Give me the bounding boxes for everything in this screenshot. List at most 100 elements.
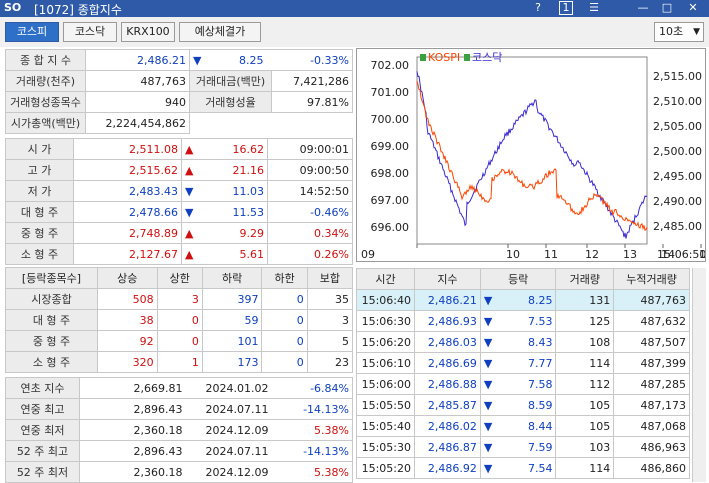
- kosdaq-legend-icon: [464, 54, 470, 61]
- breadth-cell: 5: [306, 330, 354, 352]
- record-value: 2,360.18: [79, 461, 186, 483]
- tab-expected-price[interactable]: 예상체결가: [179, 22, 261, 42]
- help-button[interactable]: ?: [531, 1, 545, 15]
- down-arrow-icon: ▼: [483, 419, 493, 433]
- record-pct: -14.13%: [271, 440, 353, 462]
- screen-number-button[interactable]: 1: [559, 1, 573, 15]
- right-axis-tick: 2,500.00: [653, 145, 702, 158]
- up-arrow-icon: ▲: [185, 142, 194, 156]
- close-button[interactable]: ✕: [686, 1, 700, 15]
- price-row-change-cell: ▼ 11.03: [181, 180, 268, 202]
- menu-icon[interactable]: ☰: [587, 1, 601, 15]
- tick-change: 8.44: [527, 419, 553, 433]
- summary-table: 종 합 지 수 2,486.21 ▼ 8.25 -0.33% 거래량(천주) 4…: [5, 49, 353, 134]
- tick-change-cell: ▼ 8.43: [479, 331, 557, 353]
- maximize-button[interactable]: □: [660, 1, 674, 15]
- breadth-cell: 0: [156, 309, 203, 331]
- tick-volume: 105: [555, 394, 615, 416]
- traded-stock-count-value: 940: [85, 91, 190, 113]
- down-arrow-icon: ▼: [483, 356, 493, 370]
- left-axis-tick: 698.00: [371, 167, 410, 180]
- breadth-cell: 0: [261, 309, 308, 331]
- breadth-header: 보합: [306, 267, 354, 289]
- price-row-extra: 09:00:50: [267, 159, 353, 181]
- tick-row[interactable]: 15:05:40 2,486.02 ▼ 8.44 105 487,068: [356, 415, 690, 437]
- traded-stock-count-label: 거래형성종목수: [5, 91, 86, 113]
- tick-index: 2,486.02: [413, 415, 481, 437]
- tick-index: 2,486.03: [413, 331, 481, 353]
- record-pct: 5.38%: [271, 461, 353, 483]
- price-row-extra: 14:52:50: [267, 180, 353, 202]
- tick-index: 2,486.93: [413, 310, 481, 332]
- tick-row[interactable]: 15:06:40 2,486.21 ▼ 8.25 131 487,763: [356, 289, 690, 311]
- record-label: 연중 최저: [5, 419, 80, 441]
- tick-row[interactable]: 15:06:30 2,486.93 ▼ 7.53 125 487,632: [356, 310, 690, 332]
- tick-row[interactable]: 15:05:50 2,485.87 ▼ 8.59 105 487,173: [356, 394, 690, 416]
- window-title: [1072] 종합지수: [34, 3, 122, 17]
- title-bar: SO [1072] 종합지수 ? 1 ☰ — □ ✕: [0, 0, 709, 17]
- tab-kosdaq[interactable]: 코스닥: [63, 22, 117, 42]
- tab-kospi[interactable]: 코스피: [5, 22, 59, 42]
- tick-volume: 131: [555, 289, 615, 311]
- price-row-label: 시 가: [5, 138, 74, 160]
- up-arrow-icon: ▲: [185, 226, 194, 240]
- tick-change-cell: ▼ 7.54: [479, 457, 557, 479]
- chevron-down-icon: ▼: [693, 27, 700, 37]
- breadth-row: 중 형 주 92 0 101 0 5: [5, 330, 354, 352]
- tick-volume: 114: [555, 457, 615, 479]
- tick-index: 2,486.92: [413, 457, 481, 479]
- left-axis-tick: 700.00: [371, 113, 410, 126]
- interval-select[interactable]: 10초 ▼: [654, 22, 704, 42]
- price-row-value: 2,483.43: [73, 180, 182, 202]
- tick-change: 7.59: [527, 440, 553, 454]
- price-row-change-cell: ▲ 21.16: [181, 159, 268, 181]
- x-axis-tick: 13: [623, 248, 637, 261]
- toolbar: 코스피 코스닥 KRX100 예상체결가 10초 ▼: [0, 17, 709, 47]
- price-row-change: 11.53: [232, 205, 265, 219]
- right-axis-tick: 2,485.00: [653, 220, 702, 233]
- minimize-button[interactable]: —: [636, 1, 650, 15]
- record-date: 2024.07.11: [185, 440, 272, 462]
- tick-volume: 125: [555, 310, 615, 332]
- breadth-cell: 173: [201, 351, 263, 373]
- left-axis-tick: 696.00: [371, 221, 410, 234]
- tick-row[interactable]: 15:05:20 2,486.92 ▼ 7.54 114 486,860: [356, 457, 690, 479]
- tick-index: 2,486.69: [413, 352, 481, 374]
- left-axis-tick: 702.00: [371, 59, 410, 72]
- x-axis-tick: 09: [361, 248, 375, 261]
- tick-row[interactable]: 15:06:00 2,486.88 ▼ 7.58 112 487,285: [356, 373, 690, 395]
- price-row-extra: 0.26%: [267, 243, 353, 265]
- price-row-label: 대 형 주: [5, 201, 74, 223]
- record-pct: -14.13%: [271, 398, 353, 420]
- tick-change-cell: ▼ 8.25: [479, 289, 557, 311]
- breadth-cell: 23: [306, 351, 354, 373]
- price-row-value: 2,127.67: [73, 243, 182, 265]
- x-axis-tick: 10: [506, 248, 520, 261]
- tick-row[interactable]: 15:06:10 2,486.69 ▼ 7.77 114 487,399: [356, 352, 690, 374]
- down-arrow-icon: ▼: [483, 335, 493, 349]
- breadth-cell: 0: [156, 330, 203, 352]
- price-row-change-cell: ▲ 9.29: [181, 222, 268, 244]
- price-row: 시 가 2,511.08 ▲ 16.62 09:00:01: [5, 138, 353, 160]
- tick-cum-volume: 487,068: [613, 415, 690, 437]
- trade-ratio-label: 거래형성율: [189, 91, 272, 113]
- tick-index: 2,486.87: [413, 436, 481, 458]
- index-chart[interactable]: 702.00 701.00 700.00 699.00 698.00 697.00 696.…: [356, 48, 709, 262]
- tick-header: 지수: [413, 268, 481, 290]
- price-row-change: 5.61: [239, 247, 265, 261]
- price-row-change: 9.29: [239, 226, 265, 240]
- tick-volume: 112: [555, 373, 615, 395]
- price-row-label: 저 가: [5, 180, 74, 202]
- tick-volume: 114: [555, 352, 615, 374]
- price-row-change: 16.62: [232, 142, 265, 156]
- price-row-change-cell: ▲ 5.61: [181, 243, 268, 265]
- breadth-row: 소 형 주 320 1 173 0 23: [5, 351, 354, 373]
- record-value: 2,669.81: [79, 377, 186, 399]
- tick-scrollbar[interactable]: [692, 268, 706, 482]
- tick-row[interactable]: 15:06:20 2,486.03 ▼ 8.43 108 487,507: [356, 331, 690, 353]
- tick-row[interactable]: 15:05:30 2,486.87 ▼ 7.59 103 486,963: [356, 436, 690, 458]
- price-row: 대 형 주 2,478.66 ▼ 11.53 -0.46%: [5, 201, 353, 223]
- price-row-change-cell: ▼ 11.53: [181, 201, 268, 223]
- tab-krx100[interactable]: KRX100: [121, 22, 175, 42]
- tick-change: 7.54: [527, 461, 553, 475]
